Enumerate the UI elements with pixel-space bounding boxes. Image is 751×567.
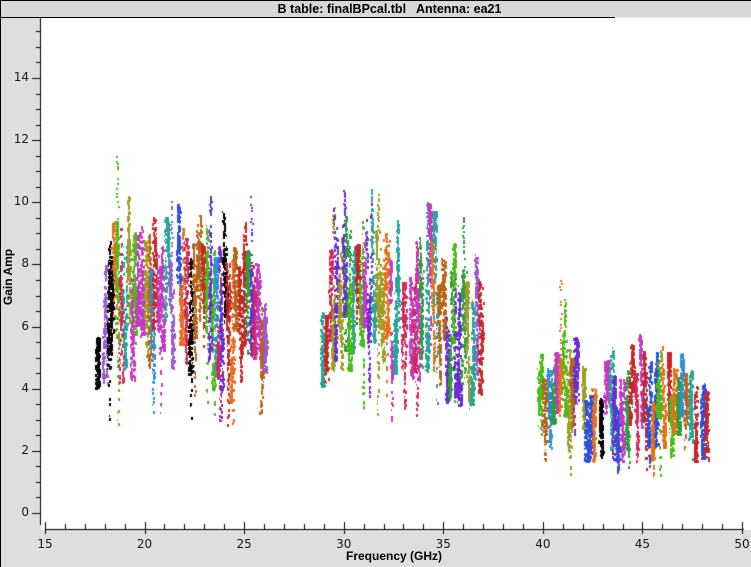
x-tick-label: 15 [37,537,53,551]
x-tick-label: 30 [336,537,352,551]
y-tick-label: 0 [21,505,29,519]
x-tick-label: 50 [734,537,750,551]
titlebar: B table: finalBPcal.tbl Antenna: ea21 [0,0,751,17]
x-tick-label: 25 [236,537,252,551]
plot-title: B table: finalBPcal.tbl Antenna: ea21 [277,2,502,16]
y-tick-label: 4 [21,380,29,395]
y-tick-label: 8 [21,256,29,271]
x-tick-label: 20 [136,537,153,551]
y-tick-label: 12 [13,132,29,147]
titlebar-underline [0,17,615,18]
x-tick-label: 45 [634,537,651,551]
y-tick-label: 2 [21,442,29,457]
window-border-top [0,0,751,1]
plot-canvas[interactable] [0,0,751,567]
y-tick-label: 6 [21,318,29,333]
plotcal-window: B table: finalBPcal.tbl Antenna: ea21 Ga… [0,0,751,567]
window-border-left [0,0,1,567]
x-tick-label: 35 [435,537,451,551]
x-tick-label: 40 [535,537,551,551]
y-tick-label: 14 [13,70,29,85]
y-tick-label: 10 [13,194,29,209]
